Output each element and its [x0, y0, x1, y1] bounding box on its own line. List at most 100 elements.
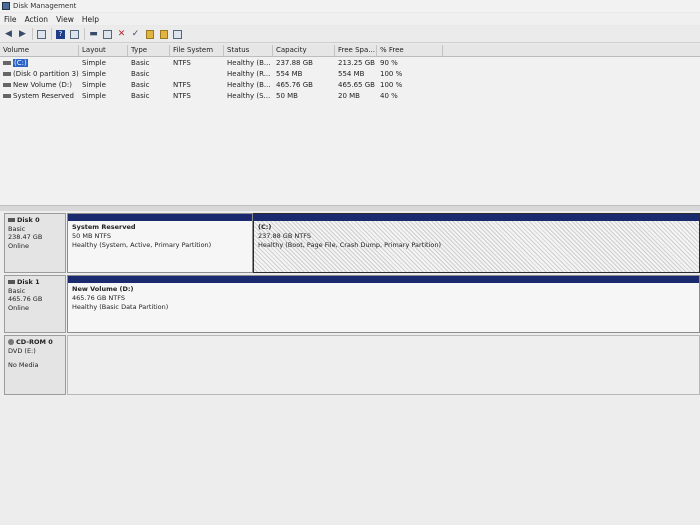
partition-bar: [68, 214, 252, 221]
column-layout[interactable]: Layout: [79, 45, 128, 56]
partition-status: Healthy (Basic Data Partition): [72, 303, 169, 311]
delete-icon[interactable]: ✕: [116, 29, 127, 40]
disk-name: CD-ROM 0: [16, 338, 53, 346]
view-icon[interactable]: [172, 29, 183, 40]
disk-name: Disk 1: [17, 278, 40, 286]
column-type[interactable]: Type: [128, 45, 170, 56]
back-arrow-icon[interactable]: ◀: [3, 29, 14, 40]
volume-row-system-reserved[interactable]: System Reserved Simple Basic NTFS Health…: [0, 90, 700, 101]
cell-capacity: 237.88 GB: [276, 58, 313, 67]
cell-status: Healthy (S...: [227, 91, 271, 100]
partition-size: 465.76 GB NTFS: [72, 294, 125, 302]
disk-icon: [8, 218, 15, 222]
partition-size: 237.88 GB NTFS: [258, 232, 311, 240]
partition-c[interactable]: (C:) 237.88 GB NTFS Healthy (Boot, Page …: [253, 213, 700, 273]
partition-name: (C:): [258, 223, 272, 231]
cell-free-space: 465.65 GB: [338, 80, 375, 89]
disk-state: Online: [8, 303, 29, 312]
cell-capacity: 554 MB: [276, 69, 303, 78]
column-status[interactable]: Status: [224, 45, 273, 56]
cdrom-0-row: CD-ROM 0 DVD (E:) No Media: [4, 335, 700, 395]
disk-state: Online: [8, 241, 29, 250]
cell-percent-free: 100 %: [380, 80, 403, 89]
toolbar: ◀ ▶ ? ▬ ✕ ✓: [0, 26, 700, 43]
disk-kind: Basic: [8, 286, 26, 295]
title-bar: Disk Management: [0, 0, 700, 12]
disk-0-label[interactable]: Disk 0 Basic 238.47 GB Online: [4, 213, 66, 273]
cell-percent-free: 40 %: [380, 91, 398, 100]
help-icon[interactable]: ?: [55, 29, 66, 40]
cell-type: Basic: [131, 91, 150, 100]
menu-help[interactable]: Help: [82, 15, 99, 24]
disk-state: No Media: [8, 361, 39, 369]
format-icon[interactable]: [158, 29, 169, 40]
toolbar-separator: [32, 28, 33, 40]
disk-management-app-icon: [2, 2, 10, 10]
cell-capacity: 50 MB: [276, 91, 298, 100]
cell-volume: System Reserved: [0, 92, 79, 100]
folder-icon[interactable]: [144, 29, 155, 40]
menu-bar: File Action View Help: [0, 13, 700, 25]
disk-icon: [8, 280, 15, 284]
partition-system-reserved[interactable]: System Reserved 50 MB NTFS Healthy (Syst…: [67, 213, 253, 273]
volume-list-header: Volume Layout Type File System Status Ca…: [0, 45, 700, 57]
cell-percent-free: 100 %: [380, 69, 403, 78]
column-percent-free[interactable]: % Free: [377, 45, 443, 56]
connect-icon[interactable]: ▬: [88, 29, 99, 40]
cell-volume: (C:): [0, 58, 79, 67]
disk-0-row: Disk 0 Basic 238.47 GB Online System Res…: [4, 213, 700, 273]
partition-status: Healthy (Boot, Page File, Crash Dump, Pr…: [258, 241, 441, 249]
column-file-system[interactable]: File System: [170, 45, 224, 56]
menu-action[interactable]: Action: [25, 15, 49, 24]
check-icon[interactable]: ✓: [130, 29, 141, 40]
cdrom-empty-area: [67, 335, 700, 395]
window-title: Disk Management: [13, 2, 77, 10]
cell-volume: New Volume (D:): [0, 81, 79, 89]
column-capacity[interactable]: Capacity: [273, 45, 335, 56]
partition-size: 50 MB NTFS: [72, 232, 112, 240]
disk-name: Disk 0: [17, 216, 40, 224]
cell-status: Healthy (B...: [227, 80, 271, 89]
toolbar-separator: [84, 28, 85, 40]
cell-file-system: NTFS: [173, 80, 191, 89]
volume-icon: [3, 60, 11, 65]
cell-free-space: 213.25 GB: [338, 58, 375, 67]
cell-capacity: 465.76 GB: [276, 80, 313, 89]
partition-status: Healthy (System, Active, Primary Partiti…: [72, 241, 212, 249]
cd-rom-icon: [8, 339, 14, 345]
disk-kind: DVD (E:): [8, 346, 36, 355]
cell-layout: Simple: [82, 58, 106, 67]
console-icon[interactable]: [69, 29, 80, 40]
volume-list: Volume Layout Type File System Status Ca…: [0, 45, 700, 205]
menu-file[interactable]: File: [4, 15, 17, 24]
cell-layout: Simple: [82, 91, 106, 100]
partition-bar: [254, 214, 699, 221]
cell-percent-free: 90 %: [380, 58, 398, 67]
disk-kind: Basic: [8, 224, 26, 233]
cell-status: Healthy (R...: [227, 69, 271, 78]
partition-new-volume-d[interactable]: New Volume (D:) 465.76 GB NTFS Healthy (…: [67, 275, 700, 333]
cell-file-system: NTFS: [173, 58, 191, 67]
cell-layout: Simple: [82, 80, 106, 89]
partition-name: System Reserved: [72, 223, 136, 231]
cell-type: Basic: [131, 58, 150, 67]
column-volume[interactable]: Volume: [0, 45, 79, 56]
volume-row-c[interactable]: (C:) Simple Basic NTFS Healthy (B... 237…: [0, 57, 700, 68]
disk-1-row: Disk 1 Basic 465.76 GB Online New Volume…: [4, 275, 700, 333]
properties-icon[interactable]: [102, 29, 113, 40]
cell-layout: Simple: [82, 69, 106, 78]
cdrom-0-label[interactable]: CD-ROM 0 DVD (E:) No Media: [4, 335, 66, 395]
cell-free-space: 554 MB: [338, 69, 365, 78]
cell-status: Healthy (B...: [227, 58, 271, 67]
forward-arrow-icon[interactable]: ▶: [17, 29, 28, 40]
column-free-space[interactable]: Free Spa...: [335, 45, 377, 56]
volume-row-new-volume-d[interactable]: New Volume (D:) Simple Basic NTFS Health…: [0, 79, 700, 90]
disk-size: 238.47 GB: [8, 233, 43, 241]
disk-1-label[interactable]: Disk 1 Basic 465.76 GB Online: [4, 275, 66, 333]
cell-type: Basic: [131, 80, 150, 89]
volume-row-disk0-partition3[interactable]: (Disk 0 partition 3) Simple Basic Health…: [0, 68, 700, 79]
cell-file-system: NTFS: [173, 91, 191, 100]
list-icon[interactable]: [36, 29, 47, 40]
volume-icon: [3, 93, 11, 98]
menu-view[interactable]: View: [56, 15, 74, 24]
